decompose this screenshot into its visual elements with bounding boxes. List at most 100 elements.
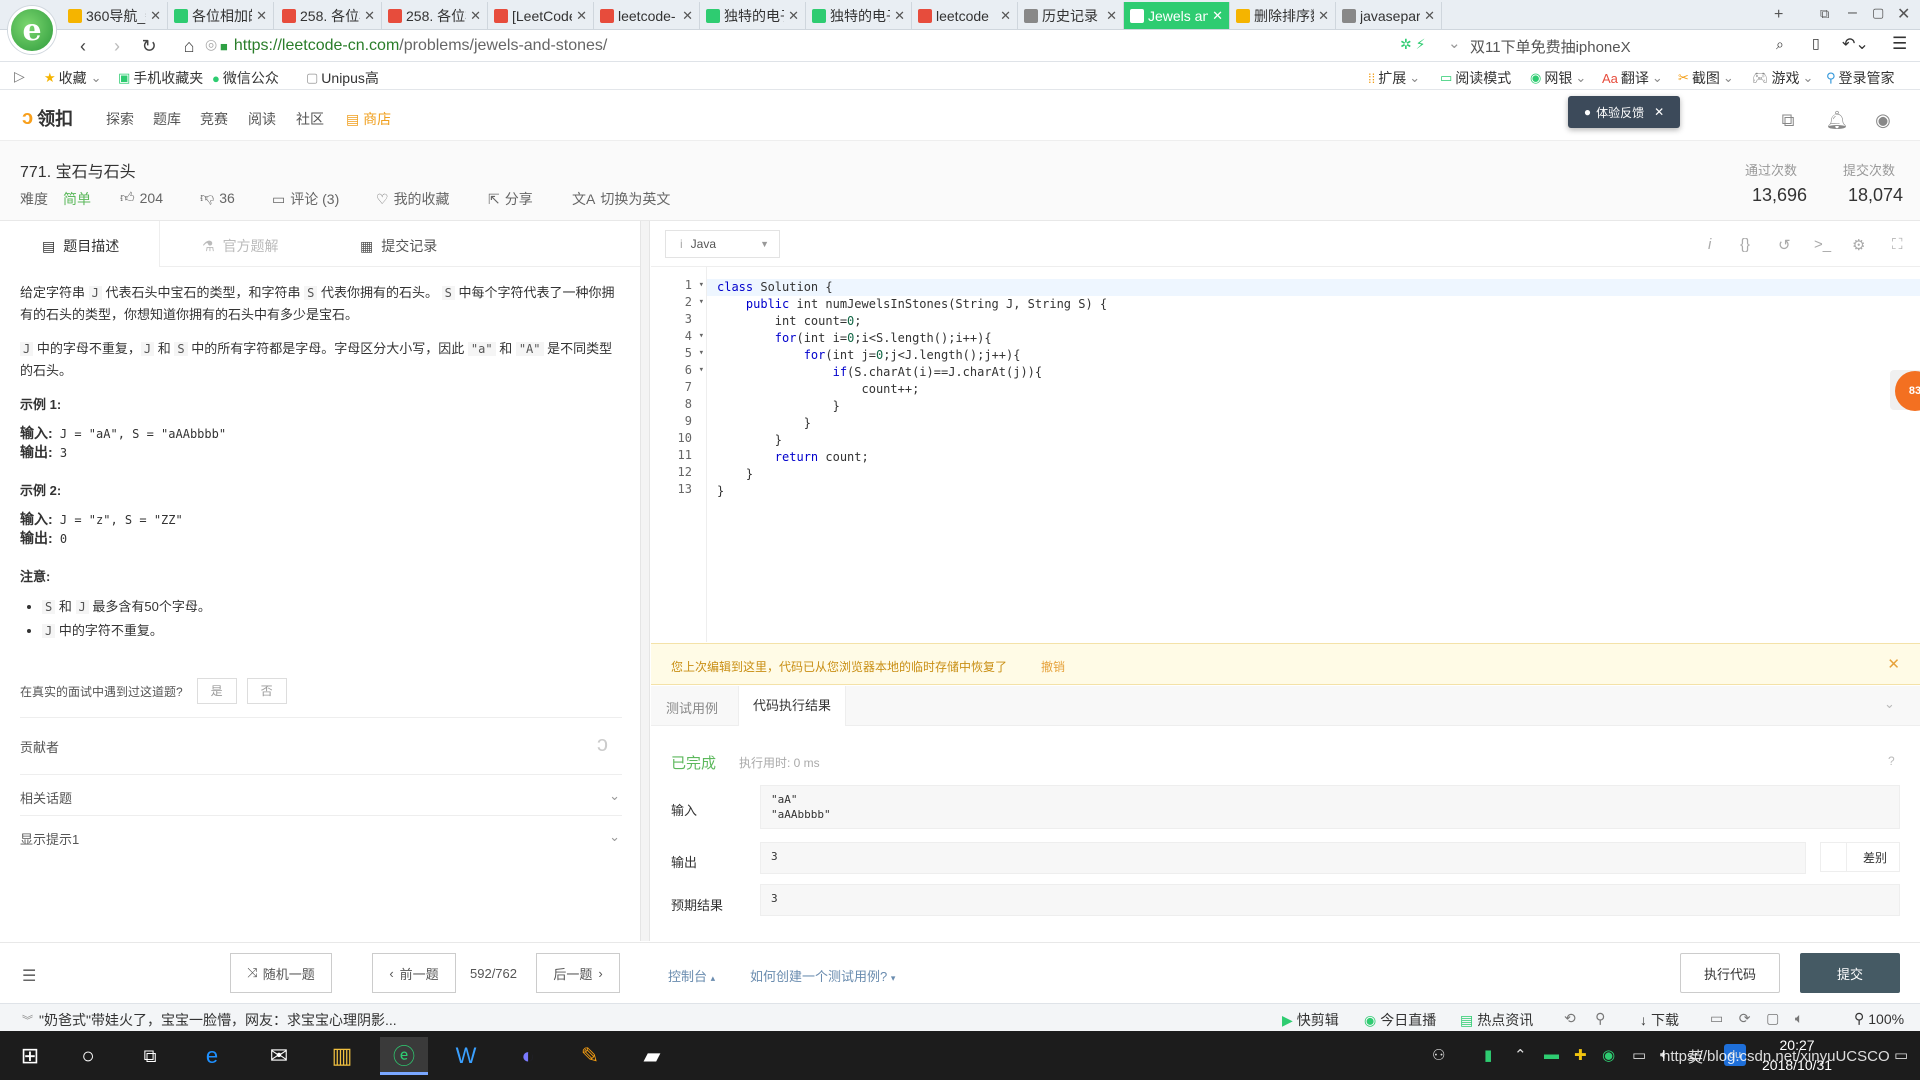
chevron-up-icon[interactable]: ⌃ [1514,1046,1527,1064]
speed-icon[interactable]: ✲ ⚡ [1400,36,1425,53]
braces-icon[interactable]: {} [1740,236,1750,253]
browser-tab[interactable]: 历史记录 ✕ [1018,2,1124,29]
feedback-button[interactable]: ● 体验反馈 ✕ [1568,96,1680,128]
undo-icon[interactable]: ↶⌄ [1842,34,1869,54]
search-box[interactable]: 双11下单免费抽iphoneX [1470,34,1790,58]
undo-link[interactable]: 撤销 [1041,658,1065,675]
list-icon[interactable]: ☰ [22,966,36,986]
window-restore-icon[interactable]: ⧉ [1820,6,1829,22]
yes-button[interactable]: 是 [196,678,237,704]
close-icon[interactable]: ✕ [1887,655,1900,673]
nav-contest[interactable]: 竞赛 [200,109,228,129]
tab-close-icon[interactable]: ✕ [1212,8,1223,24]
url-field[interactable]: ■ https://leetcode-cn.com/problems/jewel… [220,34,1420,58]
settings-icon[interactable]: ⚙ [1852,236,1865,254]
site-logo[interactable]: ↄ 领扣 [22,105,73,131]
browser-tab[interactable]: [LeetCode ✕ [488,2,594,29]
random-problem-button[interactable]: ⤨ 随机一题 [230,953,332,993]
sidebar-toggle-icon[interactable]: ▷ [14,68,25,85]
browser-tab[interactable]: leetcode ✕ [912,2,1018,29]
close-window-icon[interactable]: ✕ [1897,4,1910,24]
tab-close-icon[interactable]: ✕ [682,8,693,24]
tab-close-icon[interactable]: ✕ [470,8,481,24]
ext-screenshot[interactable]: ✂ 截图 ⌄ [1678,68,1737,88]
notification-icon[interactable]: ▭ [1894,1046,1908,1064]
browser-tab[interactable]: 258. 各位相✕ [382,2,488,29]
hint-row[interactable]: 显示提示1 ⌄ [20,829,620,848]
nav-community[interactable]: 社区 [296,109,324,129]
nav-read[interactable]: 阅读 [248,109,276,129]
tab-run-result[interactable]: 代码执行结果 [738,686,847,726]
tab-close-icon[interactable]: ✕ [150,8,161,24]
terminal-icon[interactable]: >_ [1814,236,1831,253]
tray-app-2-icon[interactable]: ✚ [1574,1046,1587,1064]
playground-icon[interactable]: ⧉ [1777,109,1799,131]
tab-testcase[interactable]: 测试用例 [666,698,718,717]
cortana-icon[interactable]: ○ [64,1037,112,1075]
tab-close-icon[interactable]: ✕ [576,8,587,24]
reload-icon[interactable]: ↻ [138,35,160,57]
submit-button[interactable]: 提交 [1800,953,1900,993]
tray-app-icon[interactable]: ▬ [1544,1046,1559,1063]
tab-close-icon[interactable]: ✕ [1000,8,1011,24]
home-icon[interactable]: ⌂ [178,35,200,57]
next-problem-button[interactable]: 后一题 › [536,953,620,993]
tray-app-3-icon[interactable]: ◉ [1602,1046,1615,1064]
news-ticker[interactable]: ︾ "奶爸式"带娃火了，宝宝一脸懵，网友：求宝宝心理阴影... [22,1010,397,1030]
avatar[interactable]: ◉ [1872,109,1894,131]
paint-icon[interactable]: ✎ [566,1037,614,1075]
browser-logo-icon[interactable]: e [8,6,56,54]
maximize-icon[interactable]: ▢ [1872,5,1884,21]
search-icon[interactable]: ⌕ [1776,36,1784,53]
phone-icon[interactable]: ▯ [1812,35,1820,52]
ext-extensions[interactable]: ⁞⁞ 扩展 ⌄ [1368,68,1423,88]
status-hot-news[interactable]: ▤ 热点资讯 [1460,1010,1533,1030]
console-toggle[interactable]: 控制台 ▴ [668,966,715,985]
code-content[interactable]: class Solution { public int numJewelsInS… [717,279,1107,500]
tab-solution[interactable]: ⚗ 官方题解 [202,236,279,256]
browser-tab[interactable]: 258. 各位相✕ [276,2,382,29]
favorite-button[interactable]: ♡ 我的收藏 [376,189,450,209]
panel-splitter[interactable] [640,221,650,941]
zoom-level[interactable]: ⚲ 100% [1854,1010,1904,1027]
related-topics-row[interactable]: 相关话题 ⌄ [20,788,620,807]
person-icon[interactable]: ⚇ [1432,1046,1445,1064]
dislike-button[interactable]: 👎︎ 36 [200,189,235,206]
nav-shop[interactable]: ▤ 商店 [346,109,391,129]
ext-translate[interactable]: Aa 翻译 ⌄ [1602,68,1666,88]
browser-tab[interactable]: 360导航_新✕ [62,2,168,29]
diff-switch[interactable] [1821,843,1847,871]
minimize-icon[interactable]: – [1848,4,1857,22]
bookmark-mobile[interactable]: ▣ 手机收藏夹 [118,68,203,88]
tab-close-icon[interactable]: ✕ [364,8,375,24]
nav-explore[interactable]: 探索 [106,109,134,129]
ext-reader[interactable]: ▭ 阅读模式 [1440,68,1511,88]
bookmark-wechat[interactable]: ● 微信公众 [212,68,279,88]
forward-icon[interactable]: › [106,35,128,57]
browser-tab[interactable]: 各位相加的✕ [168,2,274,29]
close-icon[interactable]: ✕ [1654,105,1664,119]
tab-close-icon[interactable]: ✕ [894,8,905,24]
tab-submissions[interactable]: ▦ 提交记录 [360,236,437,256]
switch-language-button[interactable]: 文A 切换为英文 [572,189,670,209]
browser-tab[interactable]: 独特的电子✕ [806,2,912,29]
mail-icon[interactable]: ✉ [255,1037,303,1075]
ext-login[interactable]: ⚲ 登录管家 [1826,68,1895,88]
browser-tab[interactable]: javasepar ✕ [1336,2,1442,29]
eclipse-icon[interactable]: ◐ [504,1037,552,1075]
task-view-icon[interactable]: ⧉ [126,1037,174,1075]
ie-icon[interactable]: e [188,1037,236,1075]
status-download[interactable]: ↓ 下载 [1640,1010,1679,1030]
keyboard-icon[interactable]: ▭ [1632,1046,1646,1064]
status-live[interactable]: ◉ 今日直播 [1364,1010,1436,1030]
reset-icon[interactable]: ↺ [1778,236,1791,254]
browser-tab[interactable]: 删除排序数✕ [1230,2,1336,29]
help-icon[interactable]: ? [1888,754,1895,768]
nav-problems[interactable]: 题库 [153,109,181,129]
browser-360-icon[interactable]: ⓔ [380,1037,428,1075]
browser-tab[interactable]: 独特的电子✕ [700,2,806,29]
status-quick-edit[interactable]: ▶ 快剪辑 [1282,1010,1339,1030]
prev-problem-button[interactable]: ‹ 前一题 [372,953,456,993]
winrar-icon[interactable]: ▥ [318,1037,366,1075]
chevron-down-icon[interactable]: ⌄ [1448,34,1461,52]
